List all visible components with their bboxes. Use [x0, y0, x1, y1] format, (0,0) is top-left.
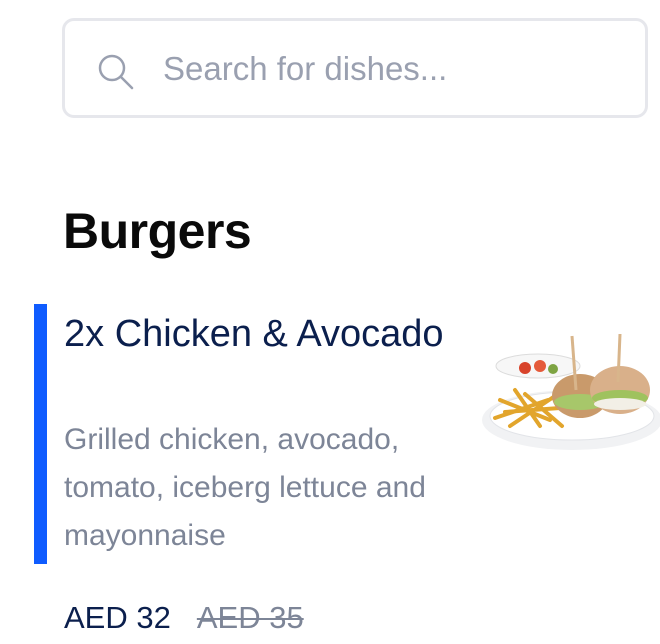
dish-name: 2x Chicken & Avocado — [64, 313, 444, 355]
section-title: Burgers — [63, 203, 252, 259]
search-input[interactable] — [163, 45, 633, 93]
price-row: AED 32 AED 35 — [64, 600, 304, 636]
selected-indicator — [34, 304, 47, 564]
dish-old-price: AED 35 — [196, 600, 304, 635]
dish-description: Grilled chicken, avocado, tomato, iceber… — [64, 423, 426, 552]
dish-price: AED 32 — [64, 600, 171, 635]
menu-page: Burgers 2x Chicken & Avocado Grilled chi… — [0, 0, 660, 644]
search-box[interactable] — [62, 18, 648, 118]
search-icon — [98, 54, 134, 90]
dish-image[interactable] — [480, 330, 660, 460]
